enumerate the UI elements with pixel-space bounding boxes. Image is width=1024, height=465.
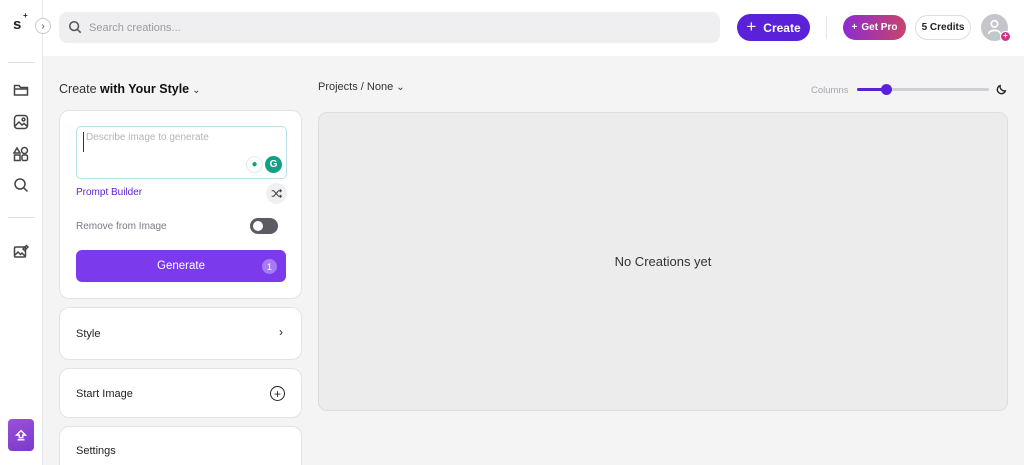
grammarly-icon[interactable]: G [265,156,282,173]
get-pro-button[interactable]: + Get Pro [843,15,906,40]
empty-state-text: No Creations yet [614,254,712,269]
rail-divider [8,217,35,218]
logo-sparkle: + [23,11,28,20]
settings-label: Settings [76,445,116,457]
app-logo[interactable]: s + [13,11,28,33]
remove-from-image-label: Remove from Image [76,221,167,232]
rail-divider [8,62,35,63]
remove-from-image-toggle[interactable] [250,218,278,234]
left-rail: s + [0,0,43,465]
top-bar: + Create + Get Pro 5 Credits + [43,0,1024,56]
logo-text: s [13,16,22,33]
prompt-box[interactable]: ● G [76,126,287,179]
panel-title-prefix: Create [59,82,100,96]
breadcrumb: Projects / None [318,81,394,93]
chevron-right-icon: › [279,325,283,339]
chevron-right-icon: › [41,20,45,32]
user-avatar[interactable]: + [981,14,1011,42]
topbar-divider [826,16,827,39]
image-icon[interactable] [13,114,29,130]
style-label: Style [76,328,101,340]
credits-label: 5 Credits [921,22,965,33]
start-image-section[interactable]: Start Image + [59,368,302,418]
settings-section[interactable]: Settings [59,426,302,465]
prompt-input[interactable] [83,132,278,152]
add-account-icon: + [1000,31,1011,42]
plus-icon: + [746,17,757,36]
panel-title-style: with Your Style [100,82,190,96]
gallery-edit-icon[interactable] [13,243,30,259]
shapes-icon[interactable] [12,146,29,162]
creations-gallery: No Creations yet [318,112,1008,411]
sparkle-icon: + [851,22,858,33]
collapse-sidebar-button[interactable]: › [35,18,51,34]
columns-label: Columns [811,85,849,96]
columns-slider-thumb[interactable] [881,84,892,95]
shuffle-icon [271,188,282,199]
columns-slider[interactable] [857,84,989,95]
moon-icon[interactable] [996,83,1008,95]
style-section[interactable]: Style › [59,307,302,360]
lightbulb-icon[interactable]: ● [246,156,263,173]
get-pro-label: Get Pro [861,22,898,33]
create-mode-selector[interactable]: Create with Your Style ⌄ [59,82,201,96]
prompt-builder-link[interactable]: Prompt Builder [76,187,142,198]
chevron-down-icon: ⌄ [192,85,201,96]
generate-count-badge: 1 [262,259,277,274]
generate-button-label: Generate [157,260,205,272]
search-icon[interactable] [13,177,29,193]
project-selector[interactable]: Projects / None ⌄ [318,81,405,93]
prompt-card: ● G Prompt Builder Remove from Image Gen… [59,110,302,299]
add-circle-icon[interactable]: + [270,386,285,401]
start-image-label: Start Image [76,388,133,400]
credits-button[interactable]: 5 Credits [915,15,971,40]
folder-icon[interactable] [13,82,29,98]
shuffle-button[interactable] [266,183,287,204]
chevron-down-icon: ⌄ [396,82,405,93]
search-icon [68,20,82,34]
search-bar[interactable] [59,12,720,43]
generate-button[interactable]: Generate 1 [76,250,286,282]
upload-icon [14,429,28,441]
create-button[interactable]: + Create [737,14,810,41]
search-input[interactable] [89,12,709,43]
create-button-label: Create [763,20,801,35]
upgrade-button[interactable] [8,419,34,451]
